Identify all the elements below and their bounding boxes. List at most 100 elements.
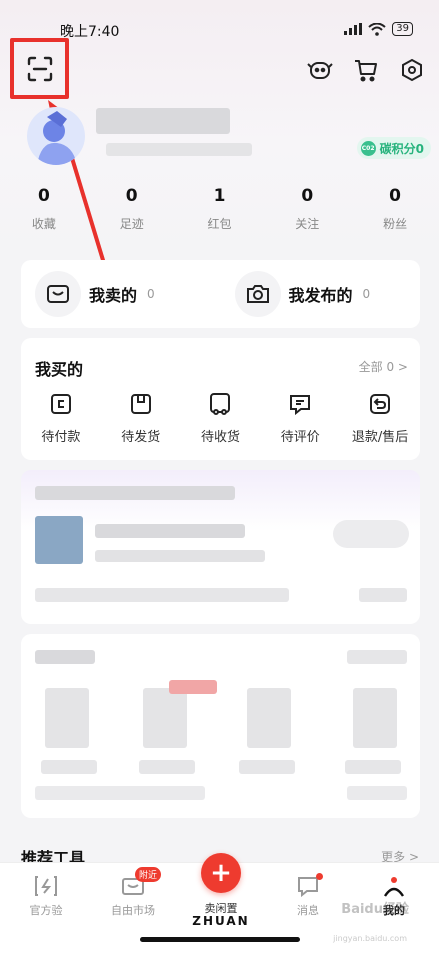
nav-label: 自由市场 — [111, 904, 155, 917]
nav-label: 消息 — [297, 904, 319, 917]
order-status-label: 待收货 — [200, 430, 240, 445]
carbon-leaf-icon: C02 — [360, 140, 376, 156]
order-pending-review[interactable]: 待评价 — [260, 390, 340, 445]
profile-icon — [354, 873, 434, 899]
stat-red-packets[interactable]: 1 红包 — [176, 186, 264, 232]
home-indicator[interactable] — [140, 937, 300, 942]
blurred-text — [239, 760, 295, 774]
stat-followers[interactable]: 0 粉丝 — [351, 186, 439, 232]
blurred-image — [35, 516, 83, 564]
order-status-label: 待付款 — [41, 430, 81, 445]
my-published-label: 我发布的 — [288, 286, 353, 305]
nav-messages[interactable]: 消息 — [268, 873, 348, 918]
order-status-label: 退款/售后 — [351, 430, 409, 445]
order-pending-receipt[interactable]: 待收货 — [181, 390, 261, 445]
stat-label: 粉丝 — [383, 217, 408, 231]
blurred-item — [353, 688, 397, 748]
blurred-button — [333, 520, 409, 548]
cart-button[interactable] — [351, 55, 381, 85]
header-actions — [305, 55, 427, 85]
settings-icon — [400, 58, 424, 82]
signal-icon — [344, 23, 363, 35]
username-blurred — [96, 108, 230, 134]
comment-icon — [260, 390, 340, 418]
nav-official-inspection[interactable]: 官方验 — [6, 873, 86, 918]
nav-free-market[interactable]: 附近 自由市场 — [93, 867, 173, 918]
blurred-text — [35, 650, 95, 664]
my-published-count: 0 — [362, 287, 371, 301]
blurred-text — [347, 786, 407, 800]
blurred-listing-card — [21, 634, 420, 818]
package-icon — [101, 390, 181, 418]
blurred-text — [359, 588, 407, 602]
stat-footprints[interactable]: 0 足迹 — [88, 186, 176, 232]
my-sold-button[interactable]: 我卖的 0 — [21, 271, 221, 317]
status-time: 晚上7:40 — [60, 24, 120, 40]
watermark-url: jingyan.baidu.com — [333, 934, 407, 943]
battery-icon: 39 — [392, 22, 413, 36]
my-published-button[interactable]: 我发布的 0 — [221, 271, 421, 317]
message-icon — [268, 873, 348, 899]
stat-value: 0 — [301, 186, 314, 206]
truck-icon — [181, 390, 261, 418]
sell-idle-button[interactable]: + — [201, 853, 241, 893]
scan-icon — [27, 56, 53, 82]
blurred-item — [247, 688, 291, 748]
stat-value: 0 — [125, 186, 138, 206]
stat-favorites[interactable]: 0 收藏 — [0, 186, 88, 232]
stat-label: 收藏 — [31, 217, 56, 231]
order-refund[interactable]: 退款/售后 — [340, 390, 420, 445]
blurred-item — [143, 688, 187, 748]
selling-card: 我卖的 0 我发布的 0 — [21, 260, 420, 328]
blurred-item — [45, 688, 89, 748]
stat-value: 1 — [213, 186, 226, 206]
avatar[interactable] — [27, 107, 85, 165]
stat-label: 足迹 — [119, 217, 144, 231]
inspection-icon — [6, 873, 86, 899]
refund-icon — [340, 390, 420, 418]
blurred-text — [35, 588, 289, 602]
all-orders-link[interactable]: 全部 0 > — [359, 358, 408, 375]
cart-icon — [354, 58, 378, 82]
market-icon: 附近 — [93, 867, 173, 899]
my-sold-label: 我卖的 — [89, 286, 138, 305]
blurred-text — [345, 760, 401, 774]
brand-logo: ZHUAN — [192, 914, 250, 928]
blurred-text — [95, 524, 245, 538]
stats-row: 0 收藏 0 足迹 1 红包 0 关注 0 粉丝 — [0, 186, 439, 232]
scan-button[interactable] — [10, 38, 69, 99]
blurred-text — [95, 550, 265, 562]
stat-following[interactable]: 0 关注 — [263, 186, 351, 232]
stat-label: 红包 — [207, 217, 232, 231]
nav-label: 官方验 — [29, 904, 63, 917]
robot-icon — [307, 58, 333, 82]
robot-button[interactable] — [305, 55, 335, 85]
blurred-text — [139, 760, 195, 774]
nearby-badge: 附近 — [135, 867, 162, 882]
carbon-points-badge[interactable]: C02 碳积分0 — [356, 137, 431, 159]
stat-label: 关注 — [295, 217, 320, 231]
carbon-points-label: 碳积分0 — [379, 141, 424, 156]
settings-button[interactable] — [397, 55, 427, 85]
order-pending-payment[interactable]: 待付款 — [21, 390, 101, 445]
wallet-icon — [21, 390, 101, 418]
orders-title: 我买的 — [35, 360, 84, 379]
blurred-activity-card — [21, 470, 420, 624]
order-status-row: 待付款 待发货 待收货 待评价 退款/售后 — [21, 390, 420, 445]
orders-card: 我买的 全部 0 > 待付款 待发货 待收货 待评价 退款/售后 — [21, 338, 420, 460]
stat-value: 0 — [389, 186, 401, 206]
blurred-badge — [169, 680, 217, 694]
order-status-label: 待评价 — [280, 430, 320, 445]
watermark: Baidu经验 — [341, 902, 409, 917]
sold-icon — [35, 271, 81, 317]
wifi-icon — [368, 22, 386, 36]
order-pending-shipment[interactable]: 待发货 — [101, 390, 181, 445]
blurred-text — [347, 650, 407, 664]
unread-dot — [316, 873, 323, 880]
blurred-text — [35, 786, 205, 800]
stat-value: 0 — [37, 186, 50, 206]
status-icons: 39 — [344, 22, 413, 36]
camera-icon — [234, 271, 281, 317]
blurred-text — [41, 760, 97, 774]
my-sold-count: 0 — [147, 287, 155, 301]
